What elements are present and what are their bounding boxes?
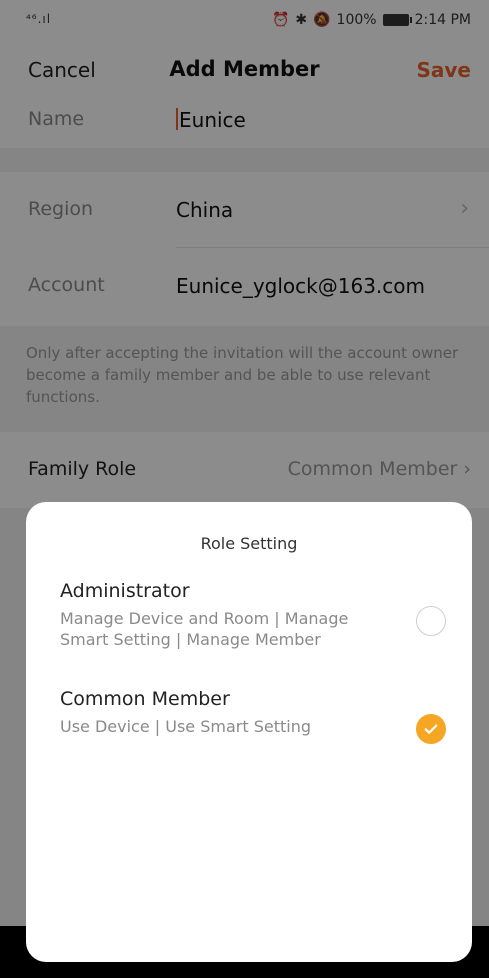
sheet-title: Role Setting: [200, 534, 298, 553]
option-title: Administrator: [60, 580, 190, 602]
role-option-common-member[interactable]: Common Member Use Device | Use Smart Set…: [60, 688, 446, 758]
role-option-administrator[interactable]: Administrator Manage Device and Room | M…: [60, 580, 446, 670]
option-description: Manage Device and Room | Manage Smart Se…: [60, 609, 349, 649]
checkmark-icon[interactable]: [416, 714, 446, 744]
radio-unchecked-icon[interactable]: [416, 606, 446, 636]
option-title: Common Member: [60, 688, 230, 710]
option-description: Use Device | Use Smart Setting: [60, 717, 312, 736]
role-setting-sheet: Role Setting Administrator Manage Device…: [26, 502, 472, 962]
